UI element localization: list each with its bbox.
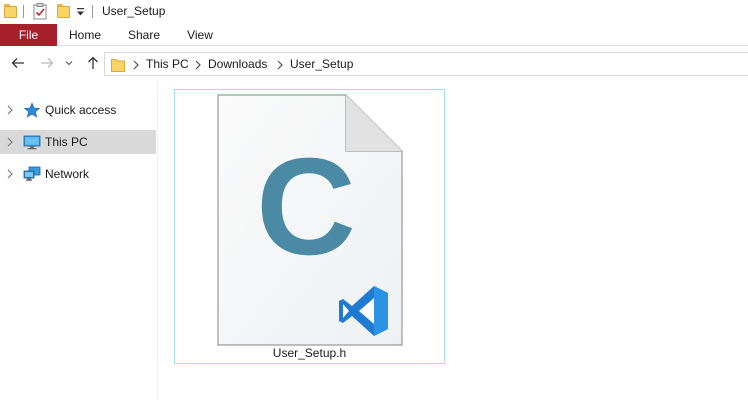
star-icon [23,102,41,118]
window-title: User_Setup [102,4,166,18]
sidebar-item-this-pc[interactable]: This PC [0,130,156,154]
file-item[interactable]: C User_Setup.h [174,89,445,364]
breadcrumb-downloads[interactable]: Downloads [208,57,267,71]
back-arrow-icon[interactable] [8,54,28,72]
recent-locations-icon[interactable] [62,54,76,72]
tab-view[interactable]: View [183,24,217,46]
navigation-pane: Quick access This PC Network [0,80,158,400]
folder-icon [111,57,125,72]
sidebar-item-label: Network [45,167,90,181]
tab-home[interactable]: Home [66,24,104,46]
tab-file[interactable]: File [0,24,57,46]
folder-icon[interactable] [4,4,17,18]
title-bar: User_Setup [0,0,748,24]
tab-share[interactable]: Share [124,24,164,46]
chevron-right-icon[interactable] [132,60,140,70]
file-name: User_Setup.h [272,346,347,360]
breadcrumb-user-setup[interactable]: User_Setup [290,57,353,71]
sidebar-item-quick-access[interactable]: Quick access [0,98,156,122]
sidebar-item-label: Quick access [45,103,117,117]
sidebar-item-network[interactable]: Network [0,162,156,186]
chevron-right-icon[interactable] [6,105,14,115]
chevron-right-icon[interactable] [194,60,202,70]
toolbar-divider [23,5,24,18]
up-arrow-icon[interactable] [83,54,103,72]
chevron-right-icon[interactable] [276,60,284,70]
sidebar-item-label: This PC [45,135,88,149]
properties-icon[interactable] [33,3,47,20]
computer-icon [23,135,41,150]
network-icon [23,166,41,181]
svg-text:C: C [256,130,356,284]
customize-dropdown-icon[interactable] [76,7,85,17]
forward-arrow-icon[interactable] [37,54,57,72]
new-folder-icon[interactable] [57,4,70,18]
chevron-right-icon[interactable] [6,169,14,179]
c-header-file-icon: C [217,94,403,346]
address-bar[interactable]: This PC Downloads User_Setup [104,52,748,76]
toolbar-divider [92,5,93,18]
breadcrumb-this-pc[interactable]: This PC [146,57,189,71]
ribbon: File Home Share View [0,24,748,46]
chevron-right-icon[interactable] [6,137,14,147]
file-list: C User_Setup.h [159,80,748,400]
